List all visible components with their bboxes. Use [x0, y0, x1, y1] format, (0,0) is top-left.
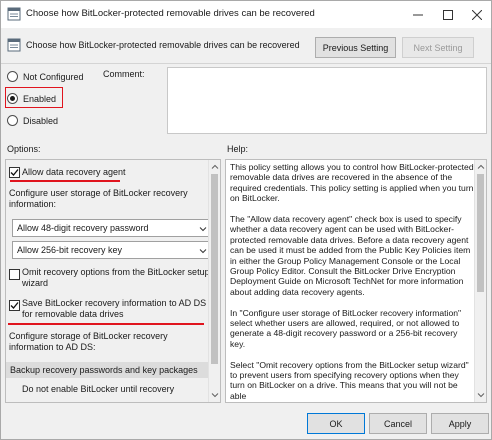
disabled-label: Disabled — [23, 115, 59, 126]
cancel-button[interactable]: Cancel — [369, 413, 427, 434]
policy-dialog: Choose how BitLocker-protected removable… — [0, 0, 492, 440]
enabled-highlight-box — [5, 87, 63, 108]
chevron-down-icon — [199, 227, 207, 232]
options-panel: Allow data recovery agent Configure user… — [5, 159, 221, 403]
minimize-button[interactable] — [403, 1, 433, 28]
help-scrollbar[interactable] — [474, 160, 486, 402]
allow-recovery-agent-label: Allow data recovery agent — [22, 167, 126, 177]
comment-label: Comment: — [103, 69, 145, 79]
save-to-adds-underline — [8, 323, 204, 325]
radio-not-configured[interactable]: Not Configured — [7, 71, 84, 82]
scroll-up-icon[interactable] — [477, 163, 485, 171]
save-to-adds-checkbox[interactable] — [9, 300, 20, 311]
recovery-key-select[interactable]: Allow 256-bit recovery key — [12, 241, 212, 259]
help-paragraph: The "Allow data recovery agent" check bo… — [230, 214, 471, 297]
setting-title: Choose how BitLocker-protected removable… — [26, 40, 300, 50]
not-configured-radio[interactable] — [7, 71, 18, 82]
comment-textarea[interactable] — [167, 67, 487, 134]
allow-recovery-agent-underline — [10, 180, 120, 182]
help-paragraph: In "Configure user storage of BitLocker … — [230, 307, 462, 349]
scroll-up-icon[interactable] — [211, 163, 219, 171]
options-label: Options: — [7, 144, 41, 154]
maximize-icon — [443, 9, 453, 20]
disabled-radio[interactable] — [7, 115, 18, 126]
title-bar[interactable]: Choose how BitLocker-protected removable… — [1, 1, 491, 28]
policy-setting-icon — [7, 38, 21, 52]
window-title: Choose how BitLocker-protected removable… — [26, 8, 315, 19]
ok-button[interactable]: OK — [307, 413, 365, 434]
configure-storage-label: Configure user storage of BitLocker reco… — [9, 188, 188, 209]
help-scroll-thumb[interactable] — [477, 174, 484, 292]
maximize-button[interactable] — [433, 1, 463, 28]
backup-recovery-select[interactable]: Backup recovery passwords and key packag… — [6, 362, 220, 378]
minimize-icon — [413, 14, 423, 15]
chevron-down-icon — [199, 249, 207, 254]
help-paragraph: This policy setting allows you to contro… — [230, 162, 474, 204]
help-panel: This policy setting allows you to contro… — [225, 159, 487, 403]
help-text: This policy setting allows you to contro… — [230, 162, 474, 402]
recovery-password-select[interactable]: Allow 48-digit recovery password — [12, 219, 212, 237]
next-setting-button[interactable]: Next Setting — [402, 37, 474, 58]
allow-recovery-agent-checkbox[interactable] — [9, 167, 20, 178]
help-paragraph: Select "Omit recovery options from the B… — [230, 359, 469, 401]
options-scroll-thumb[interactable] — [211, 174, 218, 364]
omit-recovery-options-label: Omit recovery options from the BitLocker… — [22, 267, 210, 288]
check-icon — [10, 169, 19, 176]
omit-recovery-options-checkbox[interactable] — [9, 269, 20, 280]
backup-recovery-value: Backup recovery passwords and key packag… — [10, 365, 198, 375]
save-to-adds-label: Save BitLocker recovery information to A… — [22, 298, 207, 319]
close-button[interactable] — [462, 1, 492, 28]
do-not-enable-label: Do not enable BitLocker until recovery — [22, 384, 175, 394]
recovery-password-value: Allow 48-digit recovery password — [17, 223, 149, 233]
policy-setting-icon — [7, 7, 21, 21]
configure-adds-label: Configure storage of BitLocker recovery … — [9, 331, 168, 352]
recovery-key-value: Allow 256-bit recovery key — [17, 245, 123, 255]
previous-setting-button[interactable]: Previous Setting — [315, 37, 396, 58]
scroll-down-icon[interactable] — [477, 391, 485, 399]
scroll-down-icon[interactable] — [211, 391, 219, 399]
header-divider — [1, 63, 491, 64]
check-icon — [10, 302, 19, 309]
apply-button[interactable]: Apply — [431, 413, 489, 434]
radio-disabled[interactable]: Disabled — [7, 115, 58, 126]
options-scrollbar[interactable] — [208, 160, 220, 402]
help-label: Help: — [227, 144, 249, 154]
not-configured-label: Not Configured — [23, 71, 84, 82]
close-icon — [472, 9, 482, 20]
